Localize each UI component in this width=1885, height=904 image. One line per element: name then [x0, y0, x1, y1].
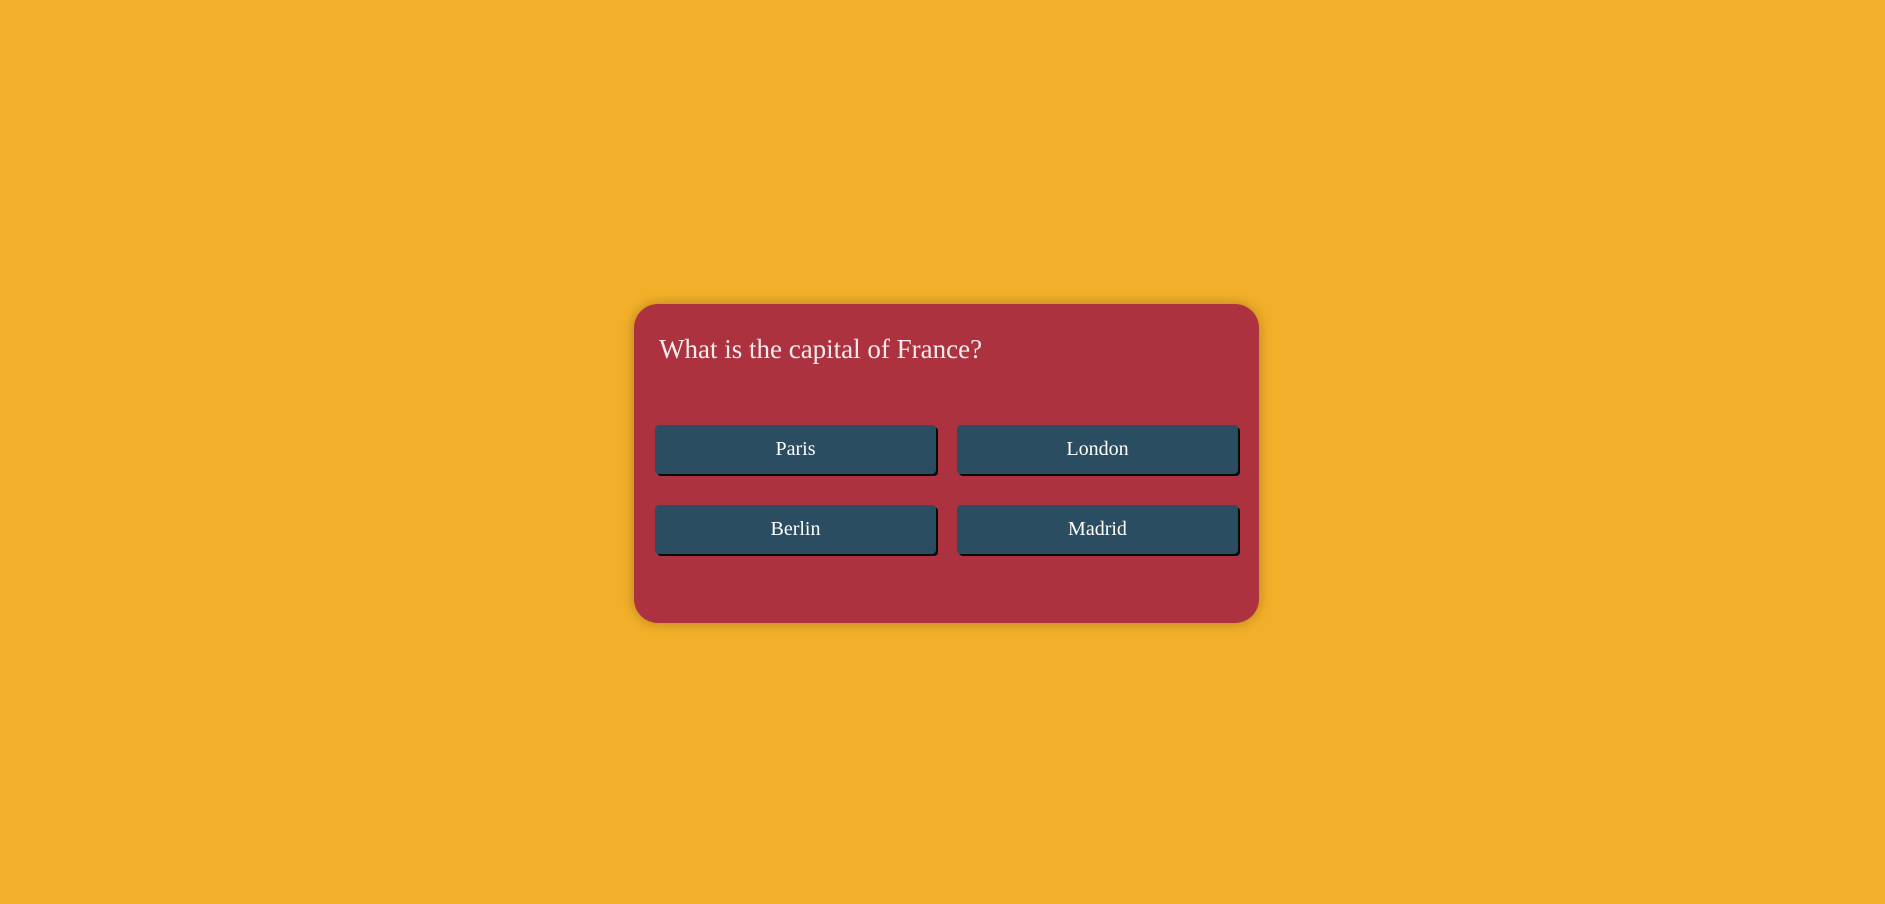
quiz-card: What is the capital of France? Paris Lon… — [634, 304, 1259, 623]
answer-button-paris[interactable]: Paris — [655, 425, 936, 474]
answer-button-madrid[interactable]: Madrid — [957, 505, 1238, 554]
question-text: What is the capital of France? — [659, 334, 983, 364]
answer-button-london[interactable]: London — [957, 425, 1238, 474]
answer-button-berlin[interactable]: Berlin — [655, 505, 936, 554]
answer-grid: Paris London Berlin Madrid — [655, 425, 1238, 554]
